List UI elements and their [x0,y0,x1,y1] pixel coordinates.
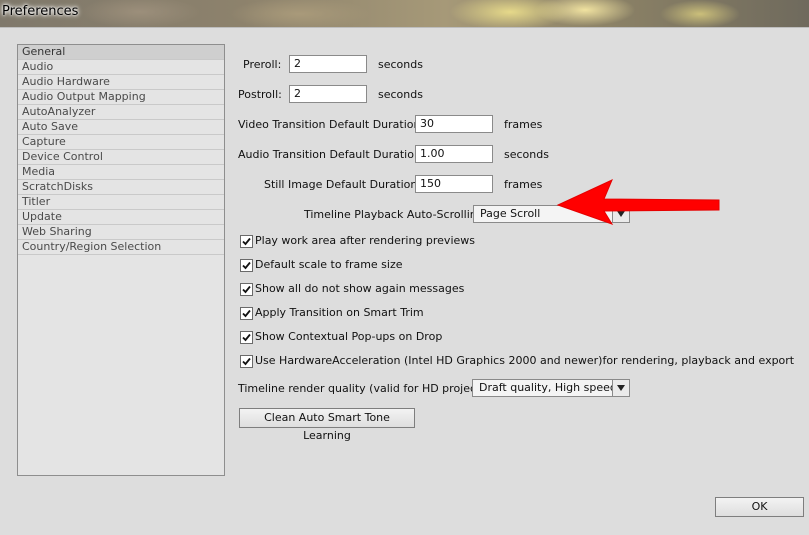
postroll-input[interactable]: 2 [289,85,367,103]
render-quality-dropdown[interactable]: Draft quality, High speed [472,379,630,397]
preroll-unit: seconds [378,58,423,71]
checkbox[interactable] [240,355,253,368]
category-item[interactable]: General [18,45,224,60]
category-item[interactable]: Auto Save [18,120,224,135]
category-item[interactable]: Titler [18,195,224,210]
checkmark-icon [242,237,251,246]
video-transition-unit: frames [504,118,543,131]
audio-transition-unit: seconds [504,148,549,161]
checkmark-icon [242,333,251,342]
preroll-input[interactable]: 2 [289,55,367,73]
checkbox-label: Default scale to frame size [255,258,403,271]
preferences-dialog: General Audio Audio Hardware Audio Output M… [0,27,809,535]
category-item[interactable]: Capture [18,135,224,150]
category-item[interactable]: Update [18,210,224,225]
red-arrow-annotation [556,179,720,225]
checkbox-label: Show all do not show again messages [255,282,465,295]
checkbox[interactable] [240,259,253,272]
checkbox-label: Play work area after rendering previews [255,234,475,247]
auto-scroll-value: Page Scroll [480,207,541,220]
category-list[interactable]: General Audio Audio Hardware Audio Output M… [17,44,225,476]
render-quality-label: Timeline render quality (valid for HD pr… [238,382,495,395]
preroll-label: Preroll: [243,58,282,71]
checkbox[interactable] [240,331,253,344]
checkbox-label: Show Contextual Pop-ups on Drop [255,330,443,343]
checkbox-label: Apply Transition on Smart Trim [255,306,424,319]
category-item[interactable]: Country/Region Selection [18,240,224,255]
title-bar[interactable]: Preferences [0,0,809,27]
category-item[interactable]: ScratchDisks [18,180,224,195]
clean-auto-smart-tone-button[interactable]: Clean Auto Smart Tone Learning [239,408,415,442]
render-quality-value: Draft quality, High speed [479,381,617,394]
audio-transition-label: Audio Transition Default Duration: [238,148,425,161]
auto-scroll-label: Timeline Playback Auto-Scrolling: [304,208,488,221]
still-image-label: Still Image Default Duration: [264,178,422,191]
video-transition-input[interactable]: 30 [415,115,493,133]
postroll-unit: seconds [378,88,423,101]
category-item[interactable]: Web Sharing [18,225,224,240]
category-item[interactable]: Audio [18,60,224,75]
checkbox-label: Use HardwareAcceleration (Intel HD Graph… [255,354,795,367]
checkmark-icon [242,261,251,270]
chevron-down-icon[interactable] [612,380,629,396]
window-title: Preferences [2,4,79,19]
category-item[interactable]: Media [18,165,224,180]
category-item[interactable]: Audio Output Mapping [18,90,224,105]
checkmark-icon [242,285,251,294]
checkmark-icon [242,357,251,366]
category-item[interactable]: AutoAnalyzer [18,105,224,120]
checkbox[interactable] [240,283,253,296]
still-image-unit: frames [504,178,543,191]
category-item[interactable]: Audio Hardware [18,75,224,90]
ok-button[interactable]: OK [715,497,804,517]
checkmark-icon [242,309,251,318]
postroll-label: Postroll: [238,88,282,101]
still-image-input[interactable]: 150 [415,175,493,193]
checkbox[interactable] [240,307,253,320]
category-item[interactable]: Device Control [18,150,224,165]
video-transition-label: Video Transition Default Duration: [238,118,425,131]
audio-transition-input[interactable]: 1.00 [415,145,493,163]
checkbox[interactable] [240,235,253,248]
